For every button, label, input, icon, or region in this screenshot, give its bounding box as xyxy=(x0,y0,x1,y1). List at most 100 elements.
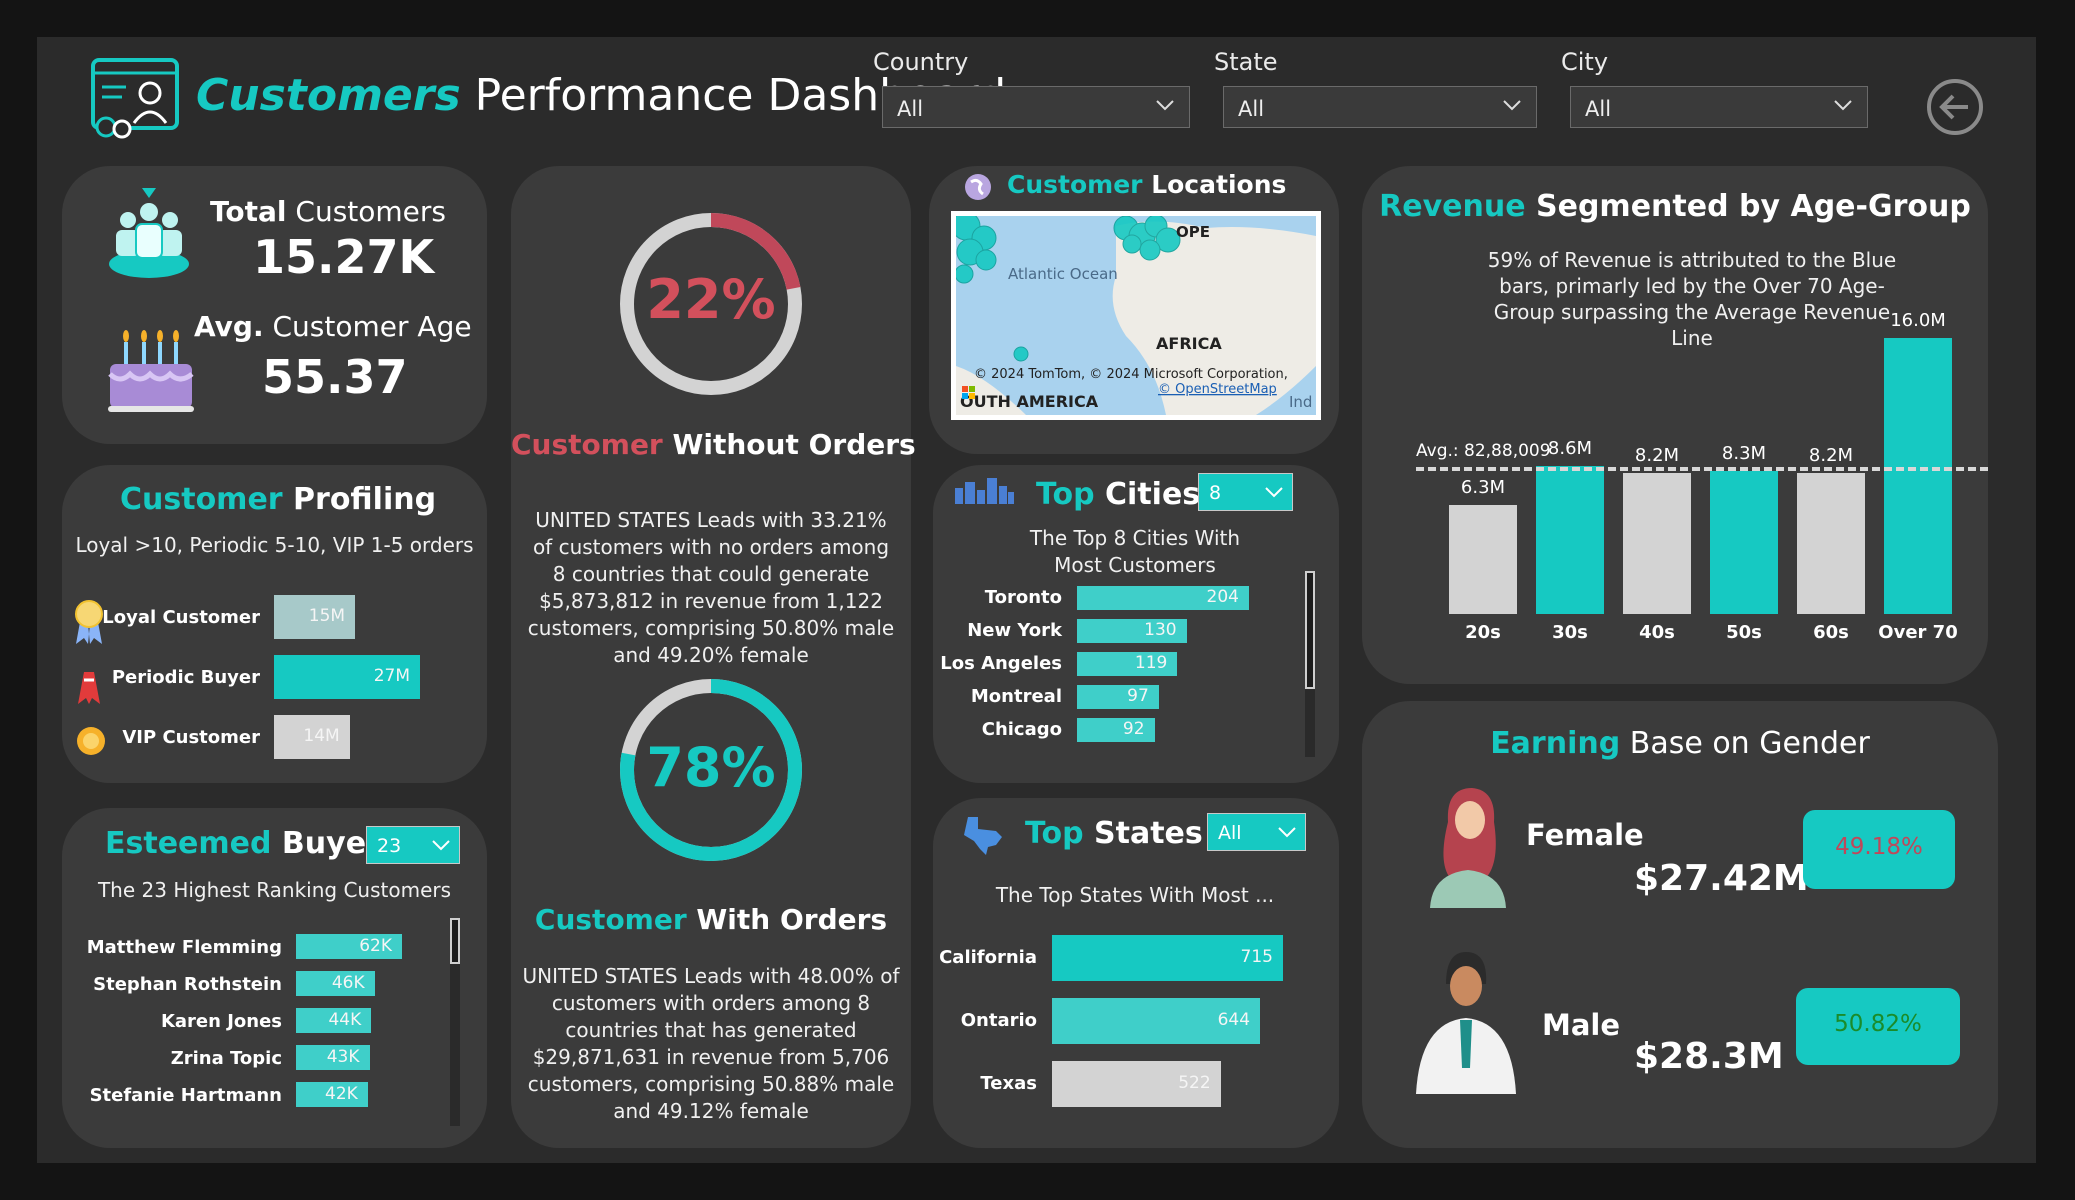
top-cities-bar[interactable]: 92 xyxy=(1077,718,1155,742)
top-cities-label: Los Angeles xyxy=(940,653,1062,674)
with-orders-title-rest: With Orders xyxy=(686,903,888,936)
age-bar[interactable] xyxy=(1884,338,1952,614)
esteemed-title-accent: Esteemed xyxy=(105,826,272,861)
without-orders-title-accent: Customer xyxy=(511,428,663,461)
female-label: Female xyxy=(1526,818,1644,852)
state-filter-label: State xyxy=(1214,48,1278,76)
top-states-bar[interactable]: 644 xyxy=(1052,998,1261,1044)
esteemed-label: Karen Jones xyxy=(160,1011,282,1032)
top-cities-scrollbar[interactable] xyxy=(1305,571,1315,757)
with-orders-percent: 78% xyxy=(646,736,776,799)
age-category-label: Over 70 xyxy=(1878,622,1958,643)
map-label-europe: OPE xyxy=(1176,223,1210,241)
city-dropdown-value: All xyxy=(1585,97,1612,121)
age-bar[interactable] xyxy=(1797,472,1865,614)
city-dropdown[interactable]: All xyxy=(1570,86,1868,128)
age-bar[interactable] xyxy=(1449,505,1517,614)
top-cities-bar[interactable]: 119 xyxy=(1077,652,1178,676)
esteemed-scroll-thumb[interactable] xyxy=(450,918,460,964)
total-customers-label: Total Customers xyxy=(210,195,446,228)
age-bar[interactable] xyxy=(1710,470,1778,614)
country-dropdown[interactable]: All xyxy=(882,86,1190,128)
average-line-label: Avg.: 82,88,009 xyxy=(1416,441,1551,461)
female-percent-badge: 49.18% xyxy=(1803,810,1955,889)
total-customers-label-bold: Total xyxy=(210,195,287,228)
without-orders-percent: 22% xyxy=(646,268,776,331)
with-orders-title: Customer With Orders xyxy=(511,903,911,936)
male-percent-badge: 50.82% xyxy=(1796,988,1960,1065)
top-cities-value-label: 130 xyxy=(1144,620,1177,640)
top-states-title-accent: Top xyxy=(1025,816,1084,851)
state-dropdown[interactable]: All xyxy=(1223,86,1537,128)
age-bar[interactable] xyxy=(1623,472,1691,614)
age-bar-value-label: 8.2M xyxy=(1808,444,1854,466)
top-states-selector[interactable]: All xyxy=(1207,813,1306,851)
map-label-south-america: OUTH AMERICA xyxy=(960,392,1099,411)
top-cities-value-label: 97 xyxy=(1127,686,1149,706)
profiling-bar[interactable]: 27M xyxy=(274,655,420,699)
customer-map[interactable]: OPE Atlantic Ocean AFRICA OUTH AMERICA I… xyxy=(951,211,1321,420)
top-cities-value-label: 204 xyxy=(1206,587,1239,607)
esteemed-count-selector[interactable]: 23 xyxy=(366,826,460,864)
gender-title-accent: Earning xyxy=(1490,726,1621,761)
top-cities-bar[interactable]: 97 xyxy=(1077,685,1159,709)
city-skyline-icon xyxy=(953,476,1015,504)
chevron-down-icon xyxy=(432,840,450,851)
map-osm-link[interactable]: © OpenStreetMap xyxy=(1158,382,1277,397)
top-states-bar[interactable]: 715 xyxy=(1052,935,1283,981)
page-title-accent: Customers xyxy=(196,70,461,121)
top-cities-title-rest: Cities xyxy=(1094,477,1201,512)
top-cities-scroll-thumb[interactable] xyxy=(1305,571,1315,689)
top-states-label: Texas xyxy=(980,1073,1037,1094)
esteemed-scrollbar[interactable] xyxy=(450,918,460,1126)
avg-age-label: Avg. Customer Age xyxy=(194,310,472,343)
top-states-title-rest: States xyxy=(1083,816,1203,851)
with-orders-text: UNITED STATES Leads with 48.00% of custo… xyxy=(522,964,900,1123)
top-cities-label: Chicago xyxy=(981,719,1062,740)
esteemed-bar[interactable]: 42K xyxy=(296,1082,368,1107)
esteemed-value-label: 44K xyxy=(328,1009,362,1030)
chevron-down-icon xyxy=(1834,100,1852,111)
birthday-cake-icon xyxy=(106,328,196,414)
profiling-value-label: 15M xyxy=(308,606,346,626)
top-states-value-label: 522 xyxy=(1178,1073,1211,1093)
age-bar[interactable] xyxy=(1536,465,1604,614)
top-states-label: California xyxy=(939,947,1037,968)
profiling-value-label: 14M xyxy=(303,726,340,746)
chevron-down-icon xyxy=(1278,827,1296,838)
country-dropdown-value: All xyxy=(897,97,924,121)
top-cities-title-accent: Top xyxy=(1036,477,1095,512)
esteemed-bar[interactable]: 44K xyxy=(296,1008,372,1033)
top-states-value-label: 715 xyxy=(1240,947,1273,967)
top-cities-bar[interactable]: 204 xyxy=(1077,586,1249,610)
esteemed-count-value: 23 xyxy=(377,835,402,857)
map-attribution: © 2024 TomTom, © 2024 Microsoft Corporat… xyxy=(974,367,1288,382)
age-bar-value-label: 8.3M xyxy=(1721,442,1767,464)
male-avatar-icon xyxy=(1410,950,1522,1094)
profiling-value-label: 27M xyxy=(373,666,410,686)
esteemed-bar[interactable]: 62K xyxy=(296,934,402,959)
locations-title: Customer Locations xyxy=(1007,170,1286,199)
profiling-title: Customer Profiling xyxy=(120,482,436,517)
esteemed-value-label: 43K xyxy=(326,1046,360,1067)
top-cities-selector[interactable]: 8 xyxy=(1198,473,1293,511)
age-category-label: 20s xyxy=(1465,622,1501,643)
profiling-title-rest: Profiling xyxy=(282,482,437,517)
profiling-bar[interactable]: 14M xyxy=(274,715,350,759)
esteemed-bar[interactable]: 43K xyxy=(296,1045,370,1070)
customers-group-icon xyxy=(106,186,192,282)
esteemed-bar[interactable]: 46K xyxy=(296,971,375,996)
gender-title-rest: Base on Gender xyxy=(1620,726,1870,761)
map-canvas: OPE Atlantic Ocean AFRICA OUTH AMERICA I… xyxy=(951,211,1316,415)
profiling-label: VIP Customer xyxy=(122,727,260,748)
top-states-bar[interactable]: 522 xyxy=(1052,1061,1221,1107)
esteemed-value-label: 46K xyxy=(331,972,365,993)
city-filter-label: City xyxy=(1561,48,1609,76)
avg-age-label-rest: Customer Age xyxy=(263,310,472,343)
back-arrow-icon[interactable] xyxy=(1926,78,1984,136)
profiling-bar[interactable]: 15M xyxy=(274,595,356,639)
top-cities-bar[interactable]: 130 xyxy=(1077,619,1187,643)
without-orders-title: Customer Without Orders xyxy=(511,428,916,461)
locations-title-accent: Customer xyxy=(1007,170,1143,199)
profiling-subtitle: Loyal >10, Periodic 5-10, VIP 1-5 orders xyxy=(75,533,474,557)
